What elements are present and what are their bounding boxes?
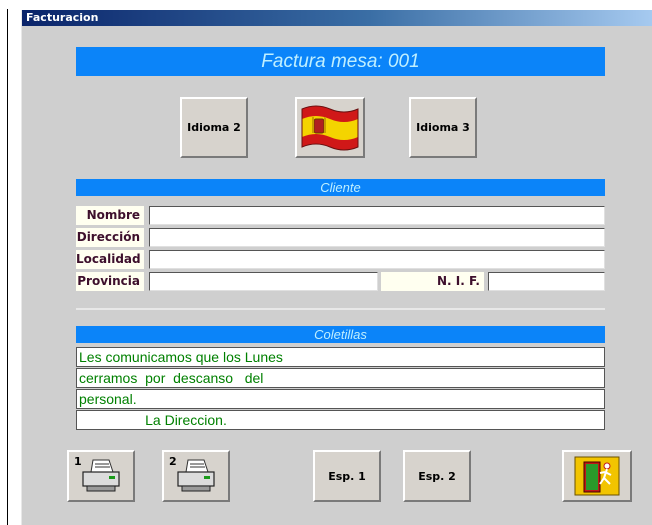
print-2-button[interactable]: 2 [162, 450, 230, 502]
coletilla-line-2[interactable]: cerramos por descanso del [76, 368, 605, 388]
page-title: Factura mesa: 001 [76, 47, 605, 76]
spain-flag-icon [301, 105, 359, 150]
provincia-label: Provincia [76, 272, 144, 291]
idioma-2-button[interactable]: Idioma 2 [180, 97, 248, 158]
localidad-label: Localidad [76, 250, 144, 269]
idioma-1-button[interactable] [295, 97, 365, 158]
exit-door-icon [574, 456, 620, 496]
coletilla-line-1[interactable]: Les comunicamos que los Lunes [76, 347, 605, 367]
direccion-field[interactable] [149, 228, 605, 247]
esp-2-label: Esp. 2 [418, 469, 456, 483]
print-2-number: 2 [169, 455, 177, 468]
print-1-number: 1 [74, 455, 82, 468]
esp-1-button[interactable]: Esp. 1 [313, 450, 381, 502]
coletillas-header: Coletillas [76, 326, 605, 343]
provincia-field[interactable] [149, 272, 378, 291]
idioma-3-label: Idioma 3 [416, 121, 470, 134]
divider [76, 308, 605, 310]
printer-icon [82, 459, 120, 492]
esp-1-label: Esp. 1 [328, 469, 366, 483]
printer-icon [177, 459, 215, 492]
nombre-label: Nombre [76, 206, 144, 225]
facturacion-window: Facturacion Factura mesa: 001 Idioma 2 I… [21, 10, 652, 525]
idioma-3-button[interactable]: Idioma 3 [409, 97, 477, 158]
nif-label: N. I. F. [381, 272, 484, 291]
nif-field[interactable] [488, 272, 605, 291]
localidad-field[interactable] [149, 250, 605, 269]
cliente-header: Cliente [76, 179, 605, 196]
print-1-button[interactable]: 1 [67, 450, 135, 502]
coletilla-line-3[interactable]: personal. [76, 389, 605, 409]
idioma-2-label: Idioma 2 [187, 121, 241, 134]
window-title: Facturacion [26, 11, 99, 24]
exit-button[interactable] [562, 450, 632, 502]
direccion-label: Dirección [76, 228, 144, 247]
coletilla-line-4[interactable]: La Direccion. [76, 410, 605, 430]
window-left-border [7, 9, 8, 525]
title-bar[interactable]: Facturacion [22, 10, 652, 26]
nombre-field[interactable] [149, 206, 605, 225]
esp-2-button[interactable]: Esp. 2 [403, 450, 471, 502]
